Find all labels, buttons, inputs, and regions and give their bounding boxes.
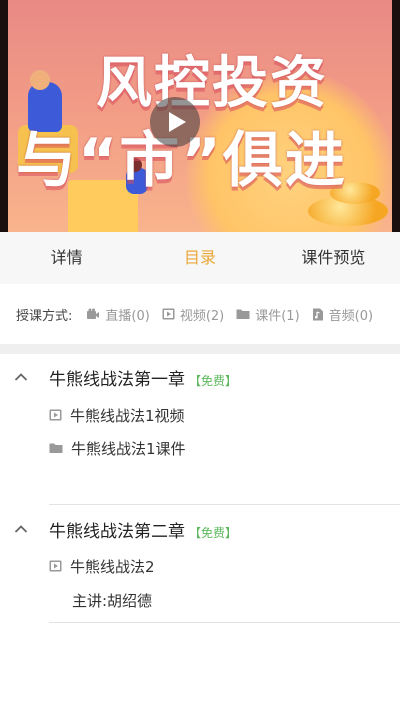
lesson-title: 牛熊线战法1课件 [71,439,186,458]
video-player[interactable]: 风控投资 与“市”俱进 [0,0,400,232]
chapter-2: 牛熊线战法第二章 【免费】 牛熊线战法2 主讲:胡绍德 [0,520,400,623]
lesson-teacher: 主讲:胡绍德 [72,592,153,610]
chevron-up-icon[interactable] [14,372,28,382]
mode-live: 直播(0) [86,305,150,324]
chapter-1-title: 牛熊线战法第一章 [49,370,185,390]
chapter-1-title-row: 牛熊线战法第一章 【免费】 [49,368,237,393]
tab-details[interactable]: 详情 [0,232,133,284]
video-poster: 风控投资 与“市”俱进 [8,0,392,232]
mode-video-label: 视频(2) [179,308,225,324]
teaching-modes-label: 授课方式: [16,308,73,324]
audio-icon [312,308,323,320]
tab-courseware-preview[interactable]: 课件预览 [267,232,400,284]
tab-catalog[interactable]: 目录 [133,232,266,284]
lesson-title: 牛熊线战法1视频 [70,406,185,425]
mode-audio-label: 音频(0) [328,308,374,324]
chevron-up-icon[interactable] [14,524,28,534]
mode-courseware: 课件(1) [236,305,300,324]
chapter-divider [49,504,400,505]
chapter-1: 牛熊线战法第一章 【免费】 牛熊线战法1视频 牛熊线战法1课件 [0,368,400,505]
lesson-item[interactable]: 牛熊线战法1课件 [49,437,186,459]
mode-audio: 音频(0) [312,305,373,324]
video-icon [49,560,62,572]
folder-icon [236,309,250,319]
chapter-divider [49,622,400,623]
mode-video: 视频(2) [162,305,224,324]
chapter-2-title-row: 牛熊线战法第二章 【免费】 [49,520,237,545]
free-tag: 【免费】 [189,374,238,388]
lesson-item[interactable]: 牛熊线战法1视频 [49,404,185,426]
poster-person-head-decoration [30,70,50,90]
teaching-modes: 授课方式: 直播(0) 视频(2) 课件(1) 音频(0) [0,284,400,344]
lesson-title: 牛熊线战法2 [70,557,155,576]
mode-live-label: 直播(0) [105,308,150,324]
chapter-2-title: 牛熊线战法第二章 [49,522,185,542]
play-button[interactable] [150,97,200,147]
section-divider [0,344,400,354]
mode-courseware-label: 课件(1) [255,308,300,324]
video-icon [162,308,175,320]
video-icon [49,409,62,421]
tab-bar: 详情 目录 课件预览 [0,232,400,284]
chapter-1-header[interactable]: 牛熊线战法第一章 【免费】 [0,368,400,392]
chapter-2-header[interactable]: 牛熊线战法第二章 【免费】 [0,520,400,544]
free-tag: 【免费】 [189,526,238,540]
lesson-item[interactable]: 牛熊线战法2 [49,555,155,577]
folder-icon [49,443,63,453]
poster-title-line1: 风控投资 [96,51,328,116]
play-icon [169,112,186,132]
live-camera-icon [87,308,100,319]
